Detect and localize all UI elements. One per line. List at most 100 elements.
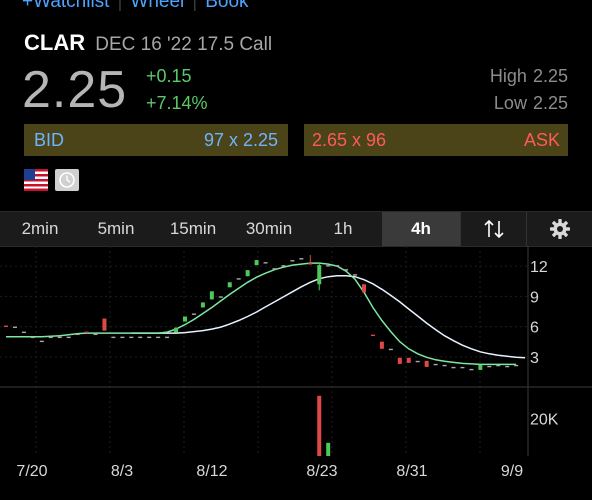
price-change: +0.15 <box>146 66 192 86</box>
volume-bars <box>317 395 331 456</box>
candle-body <box>362 284 366 293</box>
candle-body <box>478 364 483 370</box>
slow-ma-line <box>131 274 526 359</box>
top-nav: +Watchlist | Wheel | Book <box>22 0 249 13</box>
candle-body <box>147 336 152 339</box>
candle-body <box>514 364 519 367</box>
candle-body <box>129 336 134 339</box>
chart-grid <box>0 246 528 456</box>
candle-body <box>317 265 322 285</box>
volume-bar <box>317 395 322 456</box>
bid-label: BID <box>34 129 65 150</box>
candle-body <box>353 274 358 276</box>
candle-body <box>263 262 268 264</box>
bid-value: 97 x 2.25 <box>203 129 278 150</box>
watchlist-link[interactable]: +Watchlist <box>22 0 109 12</box>
candle-body <box>4 325 8 327</box>
candle-body <box>174 327 179 333</box>
nav-divider: | <box>117 0 123 12</box>
date-tick-label: 7/20 <box>16 463 47 480</box>
tab-4h[interactable]: 4h <box>382 212 460 246</box>
us-flag-icon <box>24 169 48 191</box>
candle-body <box>460 366 465 369</box>
contract-title: CLAR DEC 16 '22 17.5 Call <box>24 30 272 56</box>
low-label: Low <box>493 93 527 113</box>
candle-body <box>218 296 223 298</box>
price-tick-label: 6 <box>530 320 539 337</box>
nav-divider: | <box>192 0 198 12</box>
candle-body <box>102 318 107 331</box>
candle-body <box>388 348 393 351</box>
candle-body <box>57 336 62 339</box>
candle-body <box>308 263 313 265</box>
date-tick-label: 8/12 <box>196 463 227 480</box>
candle-body <box>379 341 384 349</box>
volume-tick-label: 20K <box>530 411 559 428</box>
tab-1h[interactable]: 1h <box>304 212 382 246</box>
candle-body <box>424 360 429 367</box>
book-link[interactable]: Book <box>205 0 248 12</box>
fast-moving-average <box>6 262 517 366</box>
candlesticks <box>4 255 519 371</box>
price-change-percent: +7.14% <box>146 93 208 113</box>
candle-body <box>290 260 295 262</box>
fast-ma-line <box>6 262 517 366</box>
date-tick-label: 8/3 <box>111 463 133 480</box>
tab-30min[interactable]: 30min <box>234 212 304 246</box>
price-tick-label: 3 <box>530 350 539 367</box>
low-value: 2.25 <box>532 93 568 113</box>
date-tick-label: 8/23 <box>306 463 337 480</box>
bid-box[interactable]: BID 97 x 2.25 <box>24 124 288 156</box>
candle-body <box>200 302 205 308</box>
candle-body <box>326 265 331 267</box>
tab-2min[interactable]: 2min <box>0 212 80 246</box>
candle-body <box>120 336 125 339</box>
high-row: High 2.25 <box>490 66 568 87</box>
wheel-link[interactable]: Wheel <box>130 0 184 12</box>
volume-axis-ticks: 20K <box>530 411 559 428</box>
candle-body <box>397 357 402 364</box>
date-tick-label: 8/31 <box>396 463 427 480</box>
candle-body <box>66 336 71 339</box>
candle-body <box>487 365 492 368</box>
candle-body <box>93 333 98 336</box>
sort-arrows-icon[interactable] <box>460 212 526 246</box>
candle-body <box>505 365 510 368</box>
candle-body <box>165 336 170 339</box>
candle-body <box>209 291 214 300</box>
interval-tabs: 2min 5min 15min 30min 1h 4h <box>0 211 592 247</box>
ask-value: 2.65 x 96 <box>312 129 387 150</box>
symbol: CLAR <box>24 30 86 55</box>
price-tick-label: 9 <box>530 289 539 306</box>
candle-body <box>12 326 17 328</box>
date-tick-label: 9/9 <box>501 463 523 480</box>
tab-15min[interactable]: 15min <box>152 212 234 246</box>
candle-body <box>183 316 187 322</box>
candle-body <box>191 313 196 315</box>
price-chart[interactable]: 12 9 6 3 20K 7/20 8/3 8/12 8/23 8/31 9/9 <box>0 246 592 500</box>
candle-body <box>30 336 35 339</box>
candle-body <box>406 357 411 363</box>
candle-body <box>281 265 286 267</box>
slow-moving-average <box>131 274 526 359</box>
contract-description: DEC 16 '22 17.5 Call <box>95 34 273 55</box>
volume-bar <box>326 442 331 456</box>
candle-body <box>442 364 447 367</box>
gear-icon[interactable] <box>526 212 592 246</box>
candle-body <box>469 368 474 371</box>
candle-body <box>21 331 26 334</box>
price-axis-ticks: 12 9 6 3 <box>530 259 548 367</box>
candle-body <box>39 340 44 343</box>
candle-body <box>48 336 53 339</box>
candle-body <box>227 282 232 288</box>
candle-body <box>75 333 80 336</box>
candle-body <box>111 336 116 339</box>
clock-icon[interactable] <box>55 169 79 191</box>
candle-body <box>236 278 241 280</box>
ask-box[interactable]: 2.65 x 96 ASK <box>304 124 568 156</box>
tab-5min[interactable]: 5min <box>80 212 152 246</box>
candle-body <box>415 360 420 363</box>
candle-body <box>344 269 349 271</box>
candle-body <box>84 331 89 334</box>
candle-body <box>156 336 161 339</box>
